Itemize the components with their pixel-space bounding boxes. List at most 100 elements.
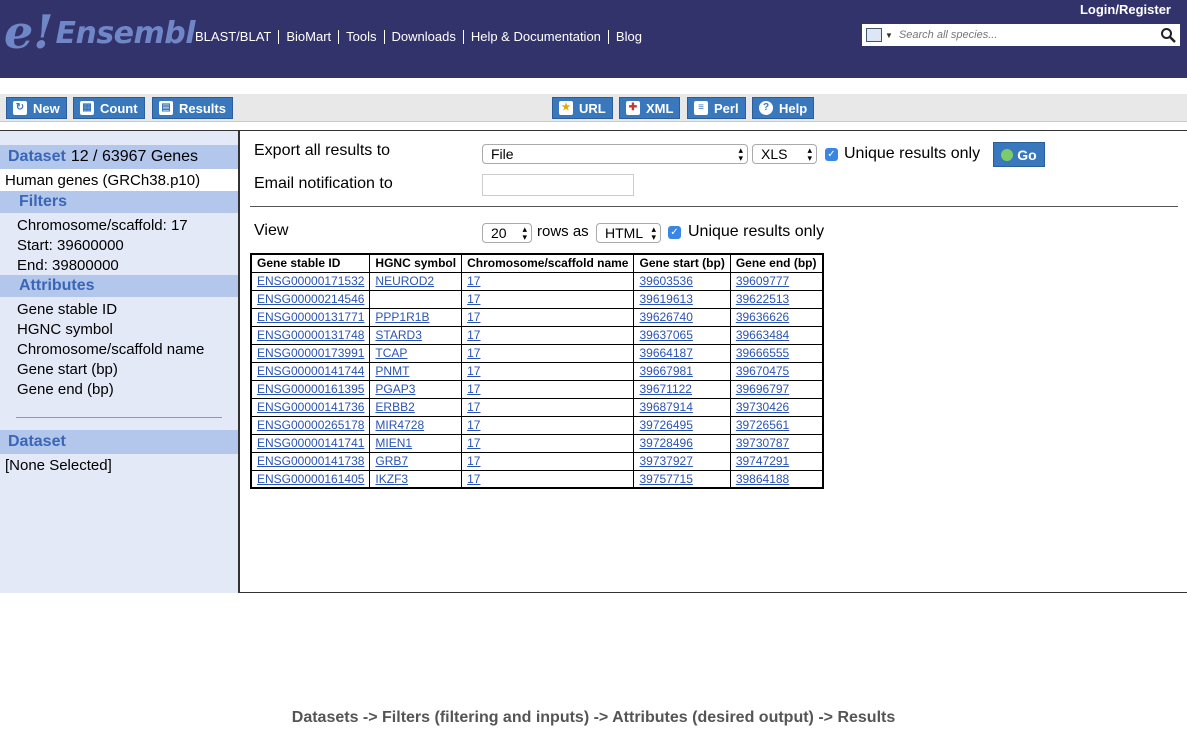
gene-end-link[interactable]: 39726561 xyxy=(736,418,789,432)
export-destination-select[interactable]: File ▴ ▾ xyxy=(482,144,748,164)
attribute-item[interactable]: Chromosome/scaffold name xyxy=(0,339,238,359)
gene-end-link[interactable]: 39696797 xyxy=(736,382,789,396)
dataset-name[interactable]: Human genes (GRCh38.p10) xyxy=(0,169,238,191)
view-format-select[interactable]: HTML ▴ ▾ xyxy=(596,223,661,243)
search-icon[interactable] xyxy=(1160,27,1176,43)
gene-start-link[interactable]: 39687914 xyxy=(639,400,692,414)
hgnc-symbol-link[interactable]: NEUROD2 xyxy=(375,274,434,288)
gene-id-link[interactable]: ENSG00000141744 xyxy=(257,364,364,378)
chromosome-link[interactable]: 17 xyxy=(467,274,480,288)
filters-header[interactable]: Filters xyxy=(0,191,238,213)
gene-id-link[interactable]: ENSG00000141736 xyxy=(257,400,364,414)
gene-end-link[interactable]: 39666555 xyxy=(736,346,789,360)
gene-start-link[interactable]: 39726495 xyxy=(639,418,692,432)
email-field[interactable] xyxy=(482,174,634,196)
second-dataset-header[interactable]: Dataset xyxy=(0,430,238,454)
gene-start-link[interactable]: 39667981 xyxy=(639,364,692,378)
filter-chromosome[interactable]: Chromosome/scaffold: 17 xyxy=(0,215,238,235)
gene-id-link[interactable]: ENSG00000161395 xyxy=(257,382,364,396)
go-button[interactable]: Go xyxy=(993,142,1045,167)
export-format-select[interactable]: XLS ▴ ▾ xyxy=(752,144,817,164)
gene-start-link[interactable]: 39637065 xyxy=(639,328,692,342)
filter-start[interactable]: Start: 39600000 xyxy=(0,235,238,255)
xml-button[interactable]: ✚ XML xyxy=(619,97,681,119)
gene-id-link[interactable]: ENSG00000161405 xyxy=(257,472,364,486)
url-button[interactable]: ★ URL xyxy=(552,97,613,119)
chromosome-link[interactable]: 17 xyxy=(467,364,480,378)
chromosome-link[interactable]: 17 xyxy=(467,472,480,486)
attributes-header[interactable]: Attributes xyxy=(0,275,238,297)
gene-id-link[interactable]: ENSG00000214546 xyxy=(257,292,364,306)
gene-end-link[interactable]: 39622513 xyxy=(736,292,789,306)
gene-end-link[interactable]: 39636626 xyxy=(736,310,789,324)
chromosome-link[interactable]: 17 xyxy=(467,292,480,306)
gene-start-link[interactable]: 39757715 xyxy=(639,472,692,486)
gene-start-link[interactable]: 39737927 xyxy=(639,454,692,468)
gene-id-link[interactable]: ENSG00000141738 xyxy=(257,454,364,468)
nav-blast[interactable]: BLAST/BLAT xyxy=(188,30,280,44)
gene-end-link[interactable]: 39670475 xyxy=(736,364,789,378)
gene-start-link[interactable]: 39626740 xyxy=(639,310,692,324)
new-button[interactable]: ↻ New xyxy=(6,97,67,119)
species-selector-icon[interactable] xyxy=(866,28,882,42)
hgnc-symbol-link[interactable]: PPP1R1B xyxy=(375,310,429,324)
hgnc-symbol-link[interactable]: IKZF3 xyxy=(375,472,408,486)
chromosome-link[interactable]: 17 xyxy=(467,310,480,324)
count-button[interactable]: ▦ Count xyxy=(73,97,145,119)
gene-end-link[interactable]: 39864188 xyxy=(736,472,789,486)
chromosome-link[interactable]: 17 xyxy=(467,328,480,342)
gene-id-link[interactable]: ENSG00000131771 xyxy=(257,310,364,324)
view-unique-checkbox[interactable]: ✓ xyxy=(668,226,681,239)
login-register-link[interactable]: Login/Register xyxy=(1080,2,1171,17)
attribute-item[interactable]: HGNC symbol xyxy=(0,319,238,339)
hgnc-symbol-link[interactable]: TCAP xyxy=(375,346,407,360)
chromosome-link[interactable]: 17 xyxy=(467,382,480,396)
chevron-down-icon[interactable]: ▼ xyxy=(885,31,893,40)
ensembl-logo[interactable]: e! Ensembl xyxy=(4,8,196,55)
export-unique-checkbox[interactable]: ✓ xyxy=(825,148,838,161)
results-button[interactable]: ▤ Results xyxy=(152,97,233,119)
chromosome-link[interactable]: 17 xyxy=(467,400,480,414)
hgnc-symbol-link[interactable]: MIR4728 xyxy=(375,418,424,432)
perl-button[interactable]: ≡ Perl xyxy=(687,97,746,119)
nav-blog[interactable]: Blog xyxy=(609,30,649,44)
rows-select[interactable]: 20 ▴ ▾ xyxy=(482,223,532,243)
attribute-item[interactable]: Gene start (bp) xyxy=(0,359,238,379)
chromosome-link[interactable]: 17 xyxy=(467,418,480,432)
nav-help[interactable]: Help & Documentation xyxy=(464,30,609,44)
hgnc-symbol-link[interactable]: PGAP3 xyxy=(375,382,415,396)
dataset-header[interactable]: Dataset 12 / 63967 Genes xyxy=(0,145,238,169)
gene-start-link[interactable]: 39671122 xyxy=(639,382,692,396)
gene-id-link[interactable]: ENSG00000265178 xyxy=(257,418,364,432)
gene-id-link[interactable]: ENSG00000171532 xyxy=(257,274,364,288)
gene-id-link[interactable]: ENSG00000131748 xyxy=(257,328,364,342)
attribute-item[interactable]: Gene stable ID xyxy=(0,299,238,319)
gene-start-link[interactable]: 39728496 xyxy=(639,436,692,450)
hgnc-symbol-link[interactable]: ERBB2 xyxy=(375,400,414,414)
help-button[interactable]: ? Help xyxy=(752,97,815,119)
gene-end-link[interactable]: 39663484 xyxy=(736,328,789,342)
gene-start-link[interactable]: 39603536 xyxy=(639,274,692,288)
hgnc-symbol-link[interactable]: PNMT xyxy=(375,364,409,378)
nav-downloads[interactable]: Downloads xyxy=(385,30,464,44)
gene-id-link[interactable]: ENSG00000141741 xyxy=(257,436,364,450)
hgnc-symbol-link[interactable]: GRB7 xyxy=(375,454,408,468)
attribute-item[interactable]: Gene end (bp) xyxy=(0,379,238,399)
search-input[interactable] xyxy=(898,29,1149,41)
chromosome-link[interactable]: 17 xyxy=(467,346,480,360)
gene-end-link[interactable]: 39747291 xyxy=(736,454,789,468)
nav-biomart[interactable]: BioMart xyxy=(279,30,340,44)
hgnc-symbol-link[interactable]: MIEN1 xyxy=(375,436,412,450)
gene-end-link[interactable]: 39730787 xyxy=(736,436,789,450)
nav-tools[interactable]: Tools xyxy=(339,30,385,44)
gene-end-link[interactable]: 39730426 xyxy=(736,400,789,414)
filter-end[interactable]: End: 39800000 xyxy=(0,255,238,275)
gene-end-link[interactable]: 39609777 xyxy=(736,274,789,288)
gene-id-link[interactable]: ENSG00000173991 xyxy=(257,346,364,360)
gene-start-link[interactable]: 39664187 xyxy=(639,346,692,360)
chromosome-link[interactable]: 17 xyxy=(467,436,480,450)
second-dataset-value[interactable]: [None Selected] xyxy=(0,454,238,476)
gene-start-link[interactable]: 39619613 xyxy=(639,292,692,306)
hgnc-symbol-link[interactable]: STARD3 xyxy=(375,328,421,342)
chromosome-link[interactable]: 17 xyxy=(467,454,480,468)
